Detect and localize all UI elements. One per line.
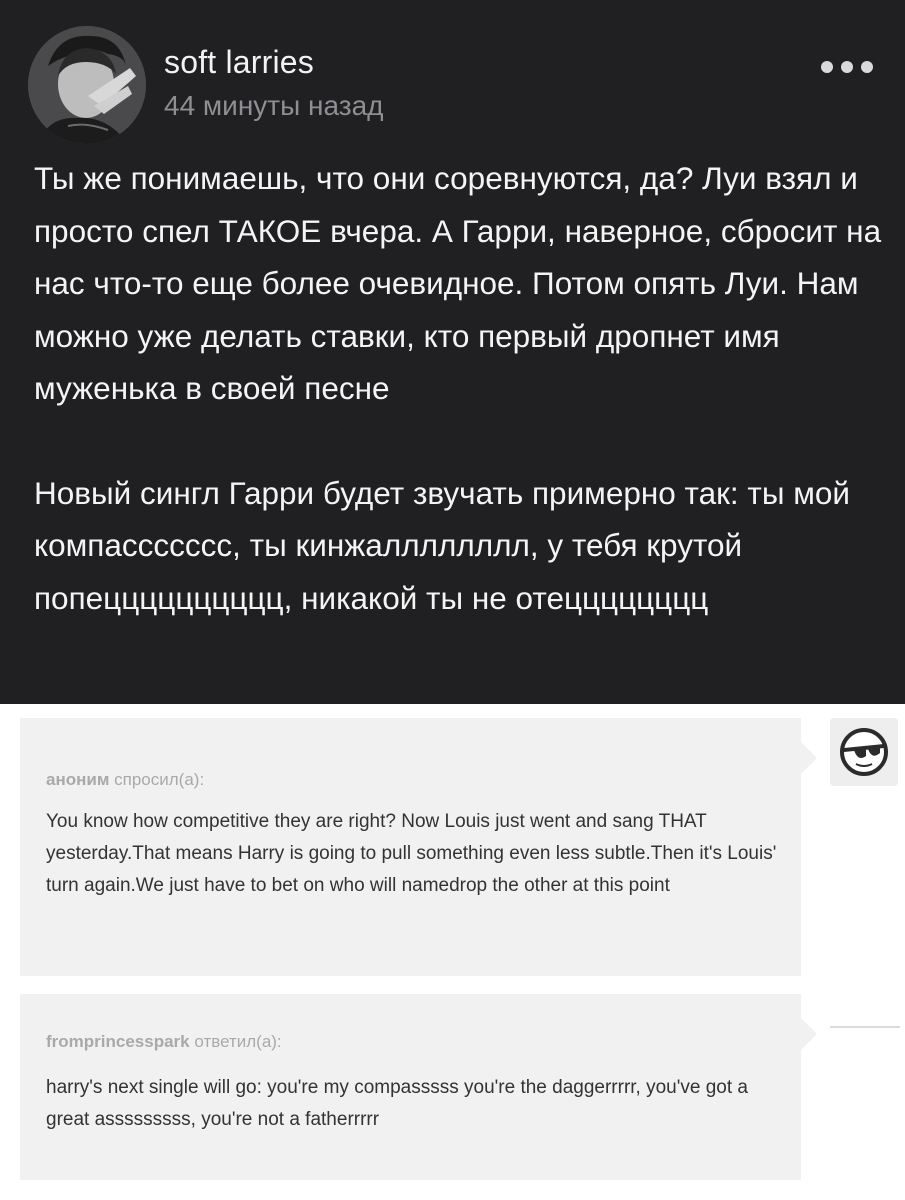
bubble-arrow: [801, 1018, 817, 1050]
more-dots-icon[interactable]: [821, 60, 873, 74]
answer-bubble: fromprincesspark ответил(а): harry's nex…: [20, 994, 817, 1180]
post-card: soft larries 44 минуты назад Ты же поним…: [0, 0, 905, 704]
post-paragraph: Новый сингл Гарри будет звучать примерно…: [34, 474, 851, 616]
asked-label: спросил(а):: [114, 770, 205, 789]
avatar[interactable]: [28, 26, 146, 144]
answer-header: fromprincesspark ответил(а):: [46, 1032, 282, 1052]
divider-line: [830, 1026, 900, 1028]
anonymous-sunglasses-icon: [830, 718, 898, 786]
question-header: аноним спросил(а):: [46, 770, 204, 790]
answered-label: ответил(а):: [194, 1032, 282, 1051]
asker-name: аноним: [46, 770, 110, 789]
post-body: Ты же понимаешь, что они соревнуются, да…: [34, 152, 884, 624]
question-text: You know how competitive they are right?…: [46, 811, 777, 896]
responder-name[interactable]: fromprincesspark: [46, 1032, 190, 1051]
question-bubble: аноним спросил(а): You know how competit…: [20, 718, 817, 976]
post-paragraph: Ты же понимаешь, что они соревнуются, да…: [34, 160, 882, 406]
avatar-photo: [28, 26, 146, 144]
dot: [821, 61, 833, 73]
author-name[interactable]: soft larries: [164, 44, 314, 81]
answer-text: harry's next single will go: you're my c…: [46, 1077, 748, 1130]
anonymous-avatar-graphic: [840, 728, 888, 776]
dot: [861, 61, 873, 73]
post-timestamp: 44 минуты назад: [164, 90, 384, 121]
dot: [841, 61, 853, 73]
bubble-arrow: [801, 742, 817, 774]
ask-screenshot: аноним спросил(а): You know how competit…: [0, 704, 905, 1200]
